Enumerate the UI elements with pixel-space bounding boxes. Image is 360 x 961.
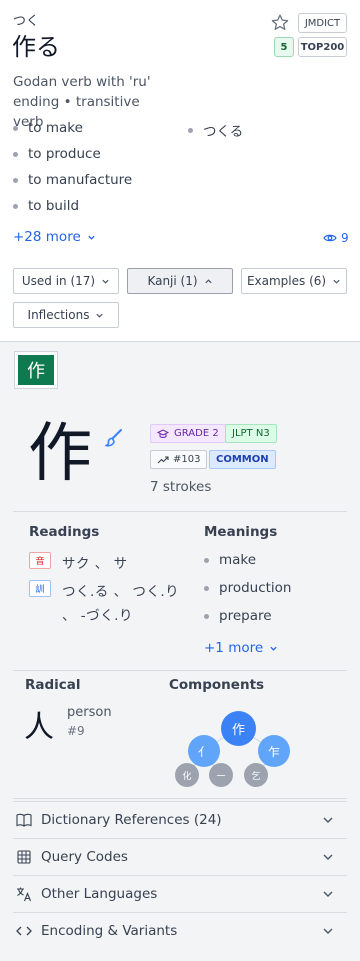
headword: 作る	[12, 33, 60, 61]
meanings-more-link[interactable]: +1 more	[204, 640, 278, 656]
grid-icon	[17, 850, 31, 864]
tab-used-in[interactable]: Used in (17)	[13, 268, 119, 294]
book-icon	[16, 813, 32, 827]
kanji-character: 作	[28, 417, 92, 491]
onyomi-readings: サク 、 サ	[62, 556, 128, 572]
code-icon	[16, 926, 32, 936]
rank-badge: 5	[274, 37, 294, 57]
more-senses-link[interactable]: +28 more	[13, 229, 96, 245]
translate-icon	[17, 887, 32, 902]
readings-heading: Readings	[29, 524, 100, 540]
divider	[13, 511, 347, 512]
divider	[13, 670, 347, 671]
alt-reading-item: つくる	[188, 120, 243, 140]
source-badge: JMDICT	[298, 13, 347, 33]
meaning-item: production	[204, 580, 292, 596]
component-node-leaf[interactable]: 化	[175, 763, 199, 787]
meanings-heading: Meanings	[204, 524, 278, 540]
chevron-down-icon	[323, 891, 333, 897]
radical-number: #9	[67, 724, 85, 738]
gloss-item: to make	[13, 120, 83, 136]
radical-character[interactable]: 人	[24, 702, 54, 746]
accordion-encoding-variants[interactable]: Encoding & Variants	[13, 912, 347, 949]
accordion-other-languages[interactable]: Other Languages	[13, 875, 347, 912]
component-node[interactable]: 乍	[258, 735, 290, 767]
brush-icon[interactable]	[104, 428, 124, 448]
radical-meaning: person	[67, 705, 112, 720]
stroke-count: 7 strokes	[150, 479, 212, 495]
grade-badge: GRADE 2	[150, 424, 226, 443]
kunyomi-readings-cont: 、 -づく.り	[62, 608, 133, 624]
tab-kanji[interactable]: Kanji (1)	[127, 268, 233, 294]
kunyomi-icon: 訓	[29, 580, 51, 597]
meaning-item: prepare	[204, 608, 272, 624]
jlpt-badge: JLPT N3	[225, 424, 277, 443]
trend-icon	[157, 455, 169, 463]
kanji-panel: 作 作 GRADE 2 JLPT N3 #103 COMMON 7 stroke…	[0, 342, 360, 961]
chevron-down-icon	[323, 854, 333, 860]
chevron-down-icon	[270, 646, 277, 651]
chevron-down-icon	[333, 279, 340, 284]
component-node-leaf[interactable]: 乞	[244, 763, 268, 787]
kanji-selector-chip[interactable]: 作	[14, 351, 58, 389]
top-badge: TOP200	[298, 37, 347, 57]
eye-icon	[323, 234, 337, 242]
gloss-item: to manufacture	[13, 172, 132, 188]
component-node-root[interactable]: 作	[221, 711, 256, 746]
chevron-down-icon	[96, 313, 104, 318]
common-badge: COMMON	[209, 450, 276, 469]
tab-examples[interactable]: Examples (6)	[241, 268, 347, 294]
graduation-cap-icon	[157, 428, 169, 438]
accordion-query-codes[interactable]: Query Codes	[13, 838, 347, 875]
meaning-item: make	[204, 552, 256, 568]
word-entry-card: つく 作る JMDICT 5 TOP200 Godan verb with 'r…	[0, 0, 360, 342]
frequency-badge: #103	[150, 450, 208, 469]
onyomi-icon: 音	[29, 552, 51, 569]
gloss-item: to produce	[13, 146, 101, 162]
accordion-dictionary-references[interactable]: Dictionary References (24)	[13, 801, 347, 838]
chevron-up-icon	[204, 278, 212, 283]
gloss-item: to build	[13, 198, 79, 214]
component-node-leaf[interactable]: 一	[209, 763, 233, 787]
kunyomi-readings: つく.る 、 つく.り	[62, 584, 180, 600]
chevron-down-icon	[88, 235, 95, 240]
chevron-down-icon	[102, 279, 109, 284]
chevron-down-icon	[323, 928, 333, 934]
radical-heading: Radical	[25, 677, 81, 693]
views-count: 9	[323, 231, 349, 245]
component-node[interactable]: 亻	[188, 735, 220, 767]
divider	[13, 798, 347, 799]
components-heading: Components	[169, 677, 265, 693]
tab-inflections[interactable]: Inflections	[13, 302, 119, 328]
star-icon[interactable]	[270, 13, 290, 33]
chevron-down-icon	[323, 817, 333, 823]
